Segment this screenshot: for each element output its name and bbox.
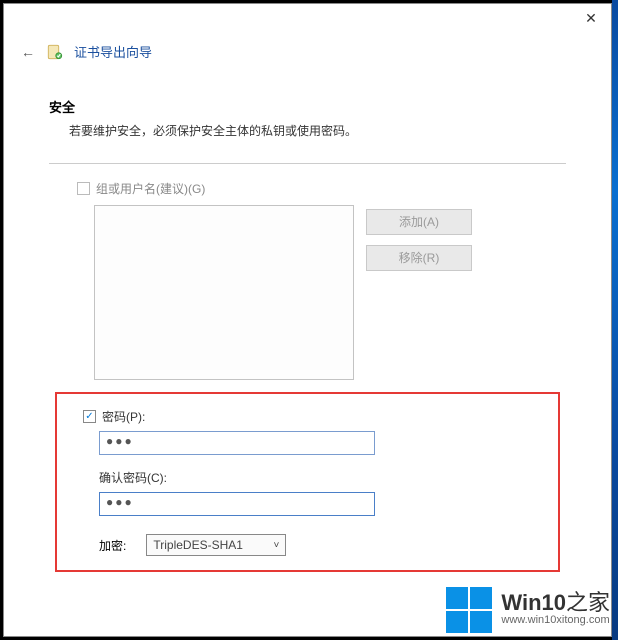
watermark-brand-zh: 之家 [566, 590, 610, 615]
group-users-checkbox[interactable] [77, 182, 90, 195]
windows-logo-icon [445, 586, 493, 634]
password-input[interactable]: ●●● [99, 431, 375, 455]
users-area: 添加(A) 移除(R) [49, 205, 566, 380]
right-edge-decoration [612, 0, 618, 640]
watermark-brand-en: Win10 [501, 590, 566, 615]
password-label: 密码(P): [102, 408, 145, 425]
group-users-label: 组或用户名(建议)(G) [96, 180, 205, 197]
section-heading-security: 安全 [49, 97, 566, 116]
back-arrow-icon[interactable]: ← [20, 44, 36, 60]
wizard-header: ← 证书导出向导 [4, 32, 611, 67]
password-checkbox[interactable]: ✓ [83, 410, 96, 423]
side-buttons: 添加(A) 移除(R) [366, 209, 472, 271]
wizard-title: 证书导出向导 [74, 42, 152, 61]
remove-button[interactable]: 移除(R) [366, 245, 472, 271]
content-area: 安全 若要维护安全，必须保护安全主体的私钥或使用密码。 组或用户名(建议)(G)… [4, 67, 611, 572]
titlebar: ✕ [4, 4, 611, 32]
close-button[interactable]: ✕ [571, 4, 611, 32]
certificate-icon [46, 43, 64, 61]
password-section-highlight: ✓ 密码(P): ●●● 确认密码(C): ●●● 加密: TripleDES-… [55, 392, 560, 572]
encryption-select[interactable]: TripleDES-SHA1 ˅ [146, 534, 286, 556]
wizard-window: ✕ ← 证书导出向导 安全 若要维护安全，必须保护安全主体的私钥或使用密码。 组… [3, 3, 612, 637]
confirm-password-input[interactable]: ●●● [99, 492, 375, 516]
encryption-row: 加密: TripleDES-SHA1 ˅ [73, 534, 542, 556]
watermark: Win10之家 www.win10xitong.com [441, 582, 614, 638]
encryption-selected-value: TripleDES-SHA1 [153, 538, 243, 552]
watermark-text: Win10之家 www.win10xitong.com [501, 592, 610, 627]
add-button[interactable]: 添加(A) [366, 209, 472, 235]
confirm-password-label: 确认密码(C): [73, 469, 542, 486]
users-listbox[interactable] [94, 205, 354, 380]
close-icon: ✕ [585, 10, 597, 27]
password-checkbox-row: ✓ 密码(P): [73, 408, 542, 425]
divider [49, 163, 566, 164]
watermark-url: www.win10xitong.com [501, 614, 610, 627]
section-description: 若要维护安全，必须保护安全主体的私钥或使用密码。 [49, 122, 566, 139]
group-users-row: 组或用户名(建议)(G) [49, 180, 566, 197]
chevron-down-icon: ˅ [274, 540, 280, 551]
encryption-label: 加密: [99, 537, 126, 554]
